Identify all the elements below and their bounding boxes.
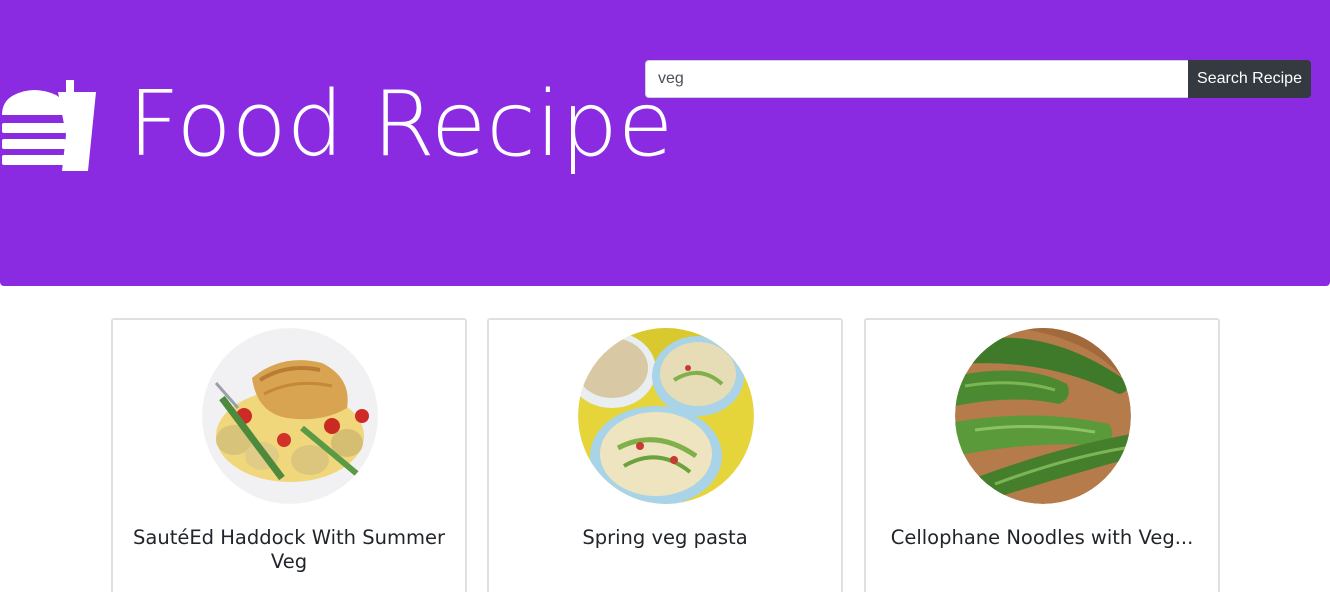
pasta-bowls-image <box>578 328 754 504</box>
search-bar: Search Recipe <box>645 60 1311 98</box>
search-recipe-button[interactable]: Search Recipe <box>1188 60 1311 98</box>
recipe-card[interactable]: Cellophane Noodles with Veg... <box>864 318 1220 592</box>
recipe-card[interactable]: SautéEd Haddock With Summer Veg <box>111 318 467 592</box>
haddock-dish-image <box>202 328 378 504</box>
courgettes-image <box>955 328 1131 504</box>
recipe-title: Spring veg pasta <box>582 526 748 549</box>
header-banner: Food Recipe Search Recipe <box>0 0 1330 286</box>
app-title: Food Recipe <box>128 72 674 177</box>
recipe-title: Cellophane Noodles with Veg... <box>890 526 1194 549</box>
search-input[interactable] <box>645 60 1188 98</box>
recipe-card-list: SautéEd Haddock With Summer Veg Spring v… <box>111 318 1221 592</box>
recipe-title: SautéEd Haddock With Summer Veg <box>133 526 445 573</box>
recipe-card[interactable]: Spring veg pasta <box>487 318 843 592</box>
brand: Food Recipe <box>0 60 673 190</box>
fast-food-icon <box>2 80 96 171</box>
